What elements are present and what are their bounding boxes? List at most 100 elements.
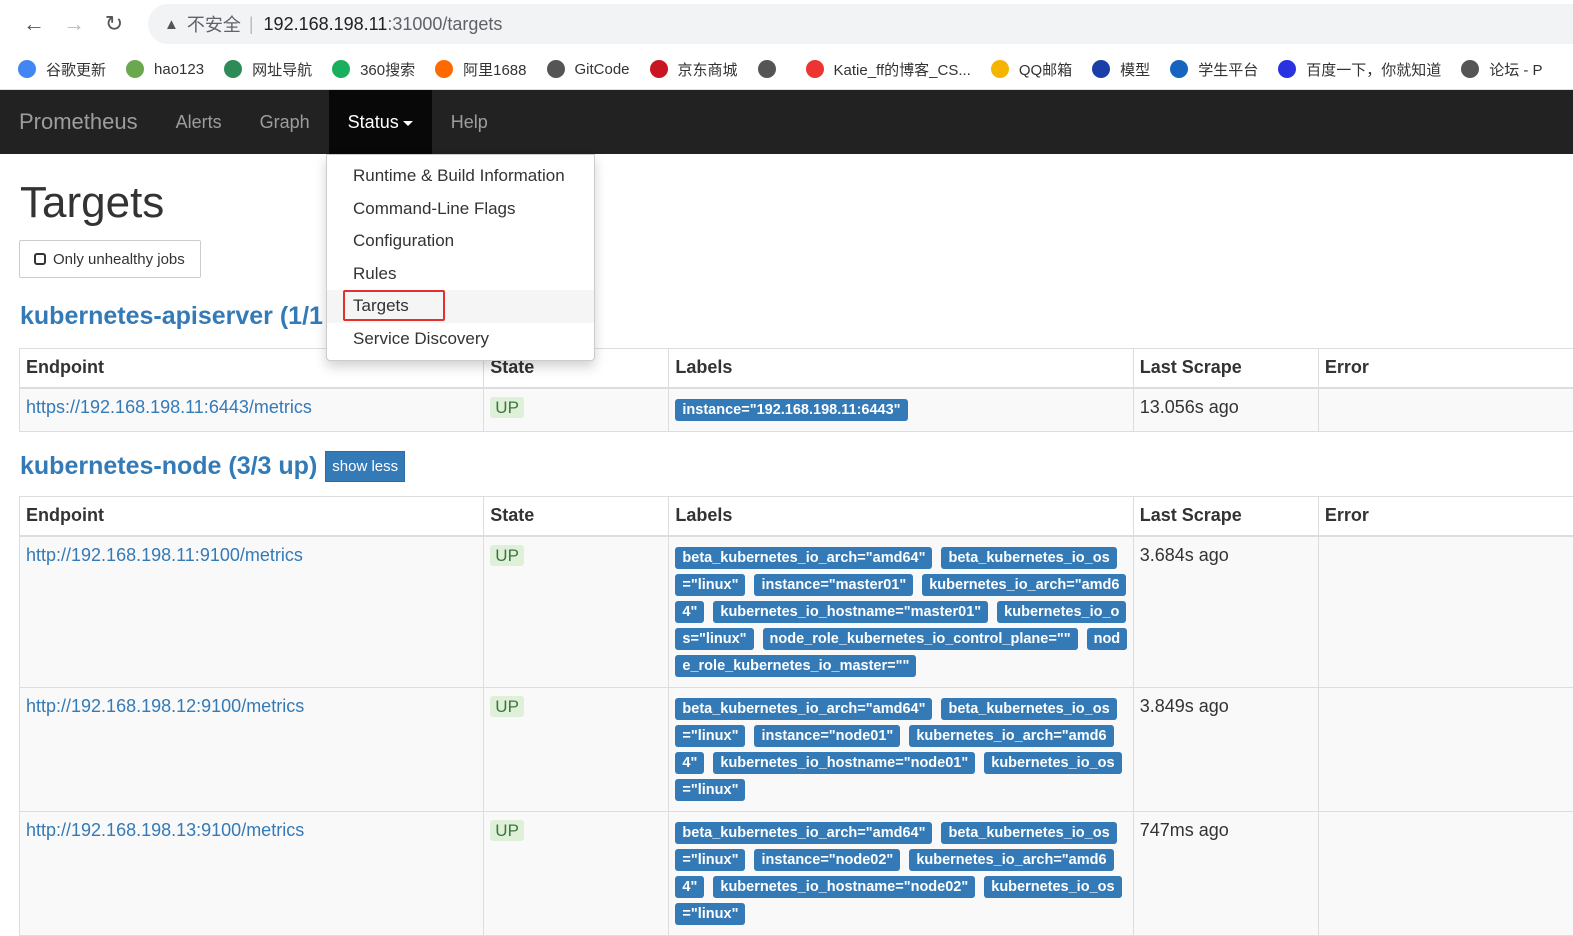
column-header: Last Scrape: [1133, 497, 1318, 536]
bookmark-icon: [224, 60, 242, 78]
label-badge: instance="node02": [754, 849, 900, 871]
bookmark-icon: [1461, 60, 1479, 78]
bookmark-label: Katie_ff的博客_CS...: [834, 59, 971, 80]
menu-item-service-discovery[interactable]: Service Discovery: [327, 323, 594, 356]
endpoint-link[interactable]: http://192.168.198.13:9100/metrics: [26, 820, 304, 840]
column-header: Endpoint: [20, 497, 484, 536]
column-header: Error: [1318, 497, 1573, 536]
bookmark-label: QQ邮箱: [1019, 59, 1072, 80]
bookmark-label: 百度一下，你就知道: [1306, 59, 1441, 80]
column-header: State: [484, 497, 669, 536]
table-row: https://192.168.198.11:6443/metrics UP i…: [20, 388, 1573, 432]
labels-cell: beta_kubernetes_io_arch="amd64" beta_kub…: [669, 687, 1133, 811]
menu-item-targets[interactable]: Targets: [327, 290, 594, 323]
label-badge: kubernetes_io_hostname="node02": [713, 876, 975, 898]
bookmark-icon: [126, 60, 144, 78]
filter-label: Only unhealthy jobs: [53, 251, 185, 268]
bookmark-icon: [1170, 60, 1188, 78]
column-header: Labels: [669, 349, 1133, 388]
bookmark[interactable]: 360搜索: [332, 59, 415, 80]
last-scrape: 3.684s ago: [1133, 536, 1318, 688]
bookmark-label: 网址导航: [252, 59, 312, 80]
label-badge: kubernetes_io_hostname="node01": [713, 752, 975, 774]
job-title: kubernetes-apiserver (1/1: [20, 302, 323, 331]
job-header-apiserver[interactable]: kubernetes-apiserver (1/1: [20, 302, 323, 331]
bookmark-icon: [650, 60, 668, 78]
nav-graph[interactable]: Graph: [241, 90, 329, 154]
bookmark[interactable]: 阿里1688: [435, 59, 526, 80]
checkbox-icon: [34, 253, 46, 265]
error-cell: [1318, 388, 1573, 432]
menu-item-rules[interactable]: Rules: [327, 258, 594, 291]
bookmark[interactable]: GitCode: [547, 60, 630, 78]
labels-cell: beta_kubernetes_io_arch="amd64" beta_kub…: [669, 536, 1133, 688]
insecure-label: 不安全: [187, 11, 241, 37]
targets-table-apiserver: EndpointStateLabelsLast ScrapeError http…: [19, 348, 1573, 432]
only-unhealthy-toggle[interactable]: Only unhealthy jobs: [19, 240, 201, 278]
endpoint-link[interactable]: http://192.168.198.11:9100/metrics: [26, 545, 303, 565]
brand-link[interactable]: Prometheus: [0, 109, 157, 135]
bookmark[interactable]: 论坛 - P: [1461, 59, 1542, 80]
nav-help[interactable]: Help: [432, 90, 507, 154]
bookmark-label: 论坛 - P: [1489, 59, 1542, 80]
column-header: Labels: [669, 497, 1133, 536]
bookmark-icon: [991, 60, 1009, 78]
error-cell: [1318, 687, 1573, 811]
error-cell: [1318, 811, 1573, 935]
table-row: http://192.168.198.12:9100/metrics UP be…: [20, 687, 1573, 811]
bookmark[interactable]: QQ邮箱: [991, 59, 1072, 80]
bookmark-label: 360搜索: [360, 59, 415, 80]
job-title: kubernetes-node (3/3 up): [20, 452, 317, 481]
error-cell: [1318, 536, 1573, 688]
nav-status[interactable]: Status: [329, 90, 432, 154]
bookmark-label: GitCode: [575, 61, 630, 78]
menu-item-flags[interactable]: Command-Line Flags: [327, 193, 594, 226]
bookmark[interactable]: 模型: [1092, 59, 1150, 80]
address-bar[interactable]: ▲ 不安全 | 192.168.198.11:31000/targets: [148, 4, 1573, 44]
bookmark[interactable]: 谷歌更新: [18, 59, 106, 80]
browser-chrome: ← → ↻ ▲ 不安全 | 192.168.198.11:31000/targe…: [0, 0, 1573, 90]
bookmark-icon: [547, 60, 565, 78]
bookmark[interactable]: Katie_ff的博客_CS...: [806, 59, 971, 80]
bookmark-icon: [435, 60, 453, 78]
labels-cell: beta_kubernetes_io_arch="amd64" beta_kub…: [669, 811, 1133, 935]
nav-alerts[interactable]: Alerts: [157, 90, 241, 154]
endpoint-link[interactable]: https://192.168.198.11:6443/metrics: [26, 397, 312, 417]
warning-icon: ▲: [164, 16, 179, 33]
bookmark[interactable]: 学生平台: [1170, 59, 1258, 80]
url-host: 192.168.198.11: [264, 14, 388, 35]
table-row: http://192.168.198.13:9100/metrics UP be…: [20, 811, 1573, 935]
forward-icon[interactable]: →: [54, 11, 94, 37]
bookmark[interactable]: 京东商城: [650, 59, 738, 80]
bookmark-label: 京东商城: [678, 59, 738, 80]
bookmark-icon: [758, 60, 776, 78]
endpoint-link[interactable]: http://192.168.198.12:9100/metrics: [26, 696, 304, 716]
table-header-row: EndpointStateLabelsLast ScrapeError: [20, 497, 1573, 536]
table-header-row: EndpointStateLabelsLast ScrapeError: [20, 349, 1573, 388]
menu-item-targets-label: Targets: [343, 290, 445, 321]
targets-table-node: EndpointStateLabelsLast ScrapeError http…: [19, 496, 1573, 936]
back-icon[interactable]: ←: [14, 11, 54, 37]
label-badge: beta_kubernetes_io_arch="amd64": [675, 547, 932, 569]
bookmark[interactable]: [758, 60, 786, 78]
bookmark[interactable]: 网址导航: [224, 59, 312, 80]
menu-item-runtime[interactable]: Runtime & Build Information: [327, 160, 594, 193]
labels-cell: instance="192.168.198.11:6443": [669, 388, 1133, 432]
bookmark-label: 学生平台: [1198, 59, 1258, 80]
job-header-node[interactable]: kubernetes-node (3/3 up) show less: [20, 451, 405, 482]
bookmarks-bar: 谷歌更新 hao123 网址导航 360搜索 阿里1688 GitCode 京东商城 Kati…: [0, 48, 1573, 90]
reload-icon[interactable]: ↻: [94, 11, 134, 37]
bookmark[interactable]: hao123: [126, 60, 204, 78]
column-header: Last Scrape: [1133, 349, 1318, 388]
bookmark-label: 阿里1688: [463, 59, 526, 80]
show-less-button[interactable]: show less: [325, 451, 405, 482]
menu-item-configuration[interactable]: Configuration: [327, 225, 594, 258]
label-badge: instance="master01": [754, 574, 913, 596]
bookmark-icon: [1092, 60, 1110, 78]
status-badge: UP: [490, 820, 524, 841]
column-header: Error: [1318, 349, 1573, 388]
label-badge: kubernetes_io_hostname="master01": [713, 601, 988, 623]
bookmark[interactable]: 百度一下，你就知道: [1278, 59, 1441, 80]
status-badge: UP: [490, 397, 524, 418]
label-badge: instance="192.168.198.11:6443": [675, 399, 907, 421]
